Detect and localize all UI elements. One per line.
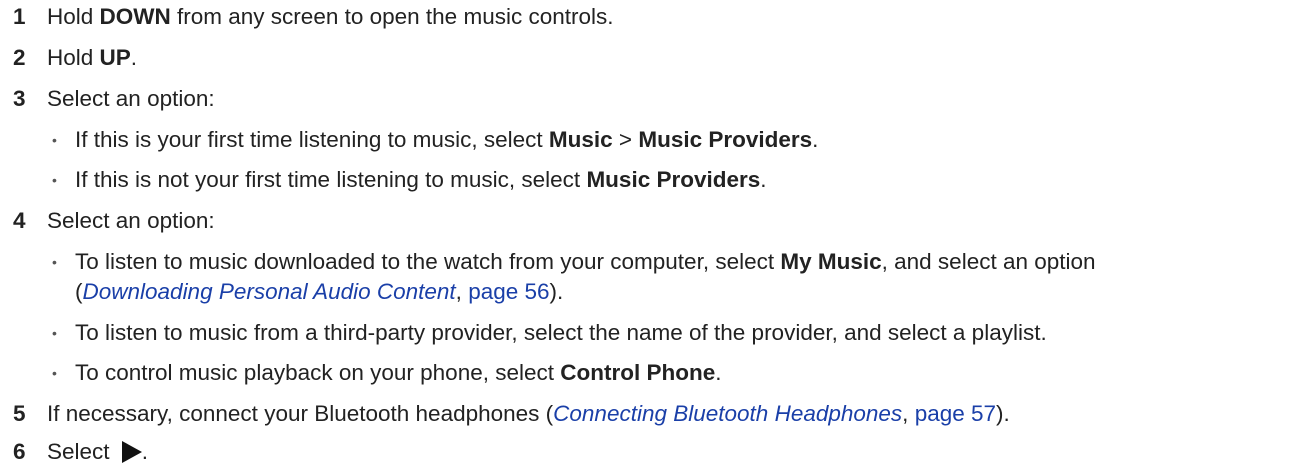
step-number: 4 bbox=[13, 208, 26, 233]
bullet-text: To listen to music from a third-party pr… bbox=[75, 320, 1047, 345]
instruction-list: 1 Hold DOWN from any screen to open the … bbox=[0, 0, 1310, 467]
key-name: UP bbox=[99, 45, 131, 70]
bullet-icon: • bbox=[52, 365, 57, 381]
bullet-text: To control music playback on your phone,… bbox=[75, 360, 722, 385]
step-text: Hold UP. bbox=[47, 45, 138, 70]
bullet-text: (Downloading Personal Audio Content, pag… bbox=[75, 279, 564, 304]
step-number: 3 bbox=[13, 86, 26, 111]
bullet-text: To listen to music downloaded to the wat… bbox=[75, 249, 1096, 274]
bullet-icon: • bbox=[52, 325, 57, 341]
menu-option: My Music bbox=[780, 249, 882, 274]
bullet-text: If this is your first time listening to … bbox=[75, 127, 819, 152]
step-number: 2 bbox=[13, 45, 26, 70]
step-text: If necessary, connect your Bluetooth hea… bbox=[47, 401, 1010, 426]
page-reference-link[interactable]: page 56 bbox=[468, 279, 549, 304]
cross-reference-link[interactable]: Connecting Bluetooth Headphones bbox=[553, 401, 902, 426]
menu-option: Music Providers bbox=[638, 127, 813, 152]
bullet-icon: • bbox=[52, 172, 57, 188]
step-number: 5 bbox=[13, 401, 26, 426]
menu-option: Control Phone bbox=[560, 360, 716, 385]
bullet-icon: • bbox=[52, 132, 57, 148]
step-text: Hold DOWN from any screen to open the mu… bbox=[47, 4, 614, 29]
step-number: 6 bbox=[13, 439, 26, 464]
bullet-text: If this is not your first time listening… bbox=[75, 167, 767, 192]
step-number: 1 bbox=[13, 4, 26, 29]
menu-option: Music Providers bbox=[586, 167, 761, 192]
step-text: Select . bbox=[47, 439, 149, 464]
step-text: Select an option: bbox=[47, 208, 215, 233]
page-reference-link[interactable]: page 57 bbox=[915, 401, 996, 426]
bullet-icon: • bbox=[52, 254, 57, 270]
step-text: Select an option: bbox=[47, 86, 215, 111]
cross-reference-link[interactable]: Downloading Personal Audio Content bbox=[83, 279, 456, 304]
key-name: DOWN bbox=[99, 4, 171, 29]
menu-option: Music bbox=[548, 127, 613, 152]
play-icon bbox=[121, 441, 142, 463]
